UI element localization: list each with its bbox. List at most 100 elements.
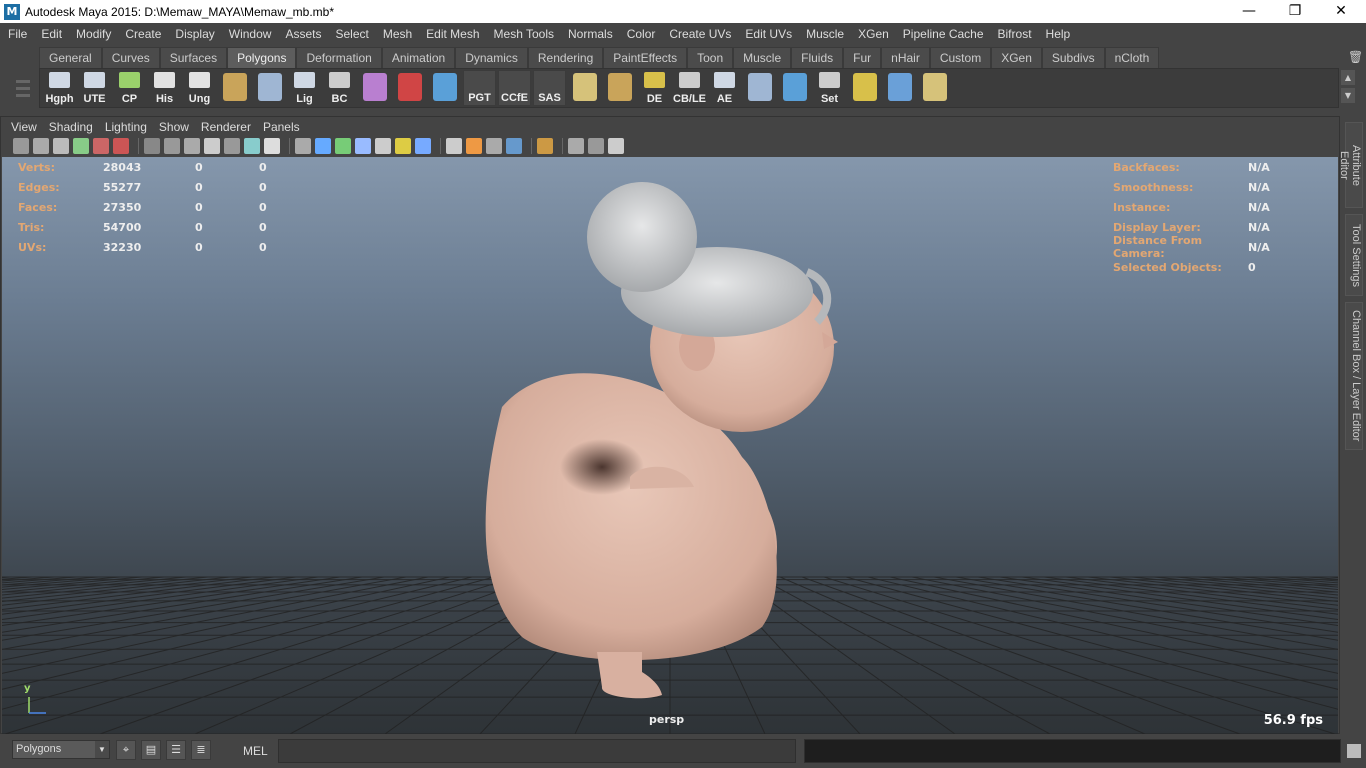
shelf-tab-subdivs[interactable]: Subdivs [1041, 47, 1105, 68]
shelf-tab-general[interactable]: General [39, 47, 102, 68]
panel-tool-icon[interactable] [335, 138, 351, 154]
panel-tool-icon[interactable] [446, 138, 462, 154]
panel-tool-icon[interactable] [93, 138, 109, 154]
panel-tool-icon[interactable] [315, 138, 331, 154]
shelf-button-lig[interactable]: Lig [288, 70, 321, 106]
panel-tool-icon[interactable] [537, 138, 553, 154]
menu-xgen[interactable]: XGen [851, 27, 896, 41]
menu-muscle[interactable]: Muscle [799, 27, 851, 41]
shelf-button-tool-9[interactable] [358, 70, 391, 106]
shelf-tab-ncloth[interactable]: nCloth [1104, 47, 1160, 68]
tab-channel-box-layer-editor[interactable]: Channel Box / Layer Editor [1345, 302, 1363, 450]
shelf-button-cp[interactable]: CP [113, 70, 146, 106]
shelf-tab-custom[interactable]: Custom [929, 47, 992, 68]
panel-tool-icon[interactable] [73, 138, 89, 154]
panel-tool-icon[interactable] [506, 138, 522, 154]
shelf-button-cb-le[interactable]: CB/LE [673, 70, 706, 106]
restore-button[interactable]: ❐ [1272, 0, 1318, 23]
trash-icon[interactable]: 🗑 [1348, 50, 1363, 64]
menu-help[interactable]: Help [1039, 27, 1078, 41]
menu-set-dropdown[interactable]: Polygons ▼ [12, 740, 110, 759]
shelf-button-pgt[interactable]: PGT [463, 70, 496, 106]
hypershade-icon[interactable]: ☰ [166, 740, 186, 760]
shelf-button-ute[interactable]: UTE [78, 70, 111, 106]
panel-menu-lighting[interactable]: Lighting [99, 120, 153, 134]
snap-together-icon[interactable]: ⌖ [116, 740, 136, 760]
shelf-tab-painteffects[interactable]: PaintEffects [603, 47, 688, 68]
menu-edit[interactable]: Edit [34, 27, 69, 41]
shelf-button-tool-10[interactable] [393, 70, 426, 106]
shelf-button-ung[interactable]: Ung [183, 70, 216, 106]
menu-file[interactable]: File [1, 27, 34, 41]
close-button[interactable]: ✕ [1318, 0, 1364, 23]
shelf-scroll-up-icon[interactable]: ▲ [1341, 70, 1355, 85]
shelf-button-tool-16[interactable] [603, 70, 636, 106]
panel-tool-icon[interactable] [395, 138, 411, 154]
panel-tool-icon[interactable] [224, 138, 240, 154]
shelf-button-his[interactable]: His [148, 70, 181, 106]
shelf-tab-curves[interactable]: Curves [101, 47, 160, 68]
tab-attribute-editor[interactable]: Attribute Editor [1338, 122, 1363, 208]
shelf-button-sas[interactable]: SAS [533, 70, 566, 106]
shelf-button-ccfe[interactable]: CCfE [498, 70, 531, 106]
panel-tool-icon[interactable] [608, 138, 624, 154]
panel-tool-icon[interactable] [13, 138, 29, 154]
panel-tool-icon[interactable] [244, 138, 260, 154]
panel-menu-panels[interactable]: Panels [257, 120, 306, 134]
menu-assets[interactable]: Assets [278, 27, 328, 41]
shelf-button-tool-11[interactable] [428, 70, 461, 106]
shelf-button-tool-25[interactable] [918, 70, 951, 106]
panel-tool-icon[interactable] [415, 138, 431, 154]
shelf-button-tool-24[interactable] [883, 70, 916, 106]
panel-tool-icon[interactable] [486, 138, 502, 154]
shelf-button-tool-23[interactable] [848, 70, 881, 106]
perspective-viewport[interactable]: Verts: 28043 0 0 Edges: 55277 0 0 Faces: 27350 0 0 T… [2, 157, 1338, 734]
script-list-icon[interactable]: ≣ [191, 740, 211, 760]
shelf-button-tool-20[interactable] [743, 70, 776, 106]
mel-label[interactable]: MEL [243, 744, 268, 758]
menu-display[interactable]: Display [168, 27, 221, 41]
shelf-tab-muscle[interactable]: Muscle [733, 47, 792, 68]
shelf-drag-handle[interactable] [16, 76, 30, 110]
shelf-button-tool-21[interactable] [778, 70, 811, 106]
command-input[interactable] [278, 739, 796, 763]
menu-window[interactable]: Window [222, 27, 279, 41]
shelf-button-tool-6[interactable] [253, 70, 286, 106]
panel-tool-icon[interactable] [113, 138, 129, 154]
panel-menu-show[interactable]: Show [153, 120, 195, 134]
panel-tool-icon[interactable] [568, 138, 584, 154]
shelf-tab-surfaces[interactable]: Surfaces [159, 47, 228, 68]
shelf-button-tool-15[interactable] [568, 70, 601, 106]
shelf-tab-fluids[interactable]: Fluids [791, 47, 844, 68]
menu-select[interactable]: Select [328, 27, 375, 41]
script-editor-icon[interactable] [1347, 744, 1361, 758]
panel-tool-icon[interactable] [164, 138, 180, 154]
menu-mesh-tools[interactable]: Mesh Tools [487, 27, 561, 41]
panel-menu-shading[interactable]: Shading [43, 120, 99, 134]
panel-menu-renderer[interactable]: Renderer [195, 120, 257, 134]
menu-bifrost[interactable]: Bifrost [991, 27, 1039, 41]
shelf-button-de[interactable]: DE [638, 70, 671, 106]
shelf-tab-dynamics[interactable]: Dynamics [455, 47, 528, 68]
menu-color[interactable]: Color [620, 27, 663, 41]
menu-modify[interactable]: Modify [69, 27, 118, 41]
shelf-tab-fur[interactable]: Fur [843, 47, 882, 68]
menu-pipeline-cache[interactable]: Pipeline Cache [896, 27, 991, 41]
panel-tool-icon[interactable] [184, 138, 200, 154]
panel-tool-icon[interactable] [144, 138, 160, 154]
shelf-tab-nhair[interactable]: nHair [881, 47, 930, 68]
menu-create-uvs[interactable]: Create UVs [662, 27, 738, 41]
shelf-scroll[interactable]: ▲ ▼ [1341, 70, 1357, 106]
shelf-button-bc[interactable]: BC [323, 70, 356, 106]
shelf-tab-rendering[interactable]: Rendering [527, 47, 604, 68]
menu-edit-uvs[interactable]: Edit UVs [738, 27, 799, 41]
panel-tool-icon[interactable] [295, 138, 311, 154]
panel-tool-icon[interactable] [204, 138, 220, 154]
shelf-button-hgph[interactable]: Hgph [43, 70, 76, 106]
chevron-down-icon[interactable]: ▼ [95, 741, 109, 758]
shelf-button-tool-5[interactable] [218, 70, 251, 106]
panel-tool-icon[interactable] [466, 138, 482, 154]
panel-tool-icon[interactable] [33, 138, 49, 154]
shelf-tab-deformation[interactable]: Deformation [296, 47, 382, 68]
menu-edit-mesh[interactable]: Edit Mesh [419, 27, 486, 41]
